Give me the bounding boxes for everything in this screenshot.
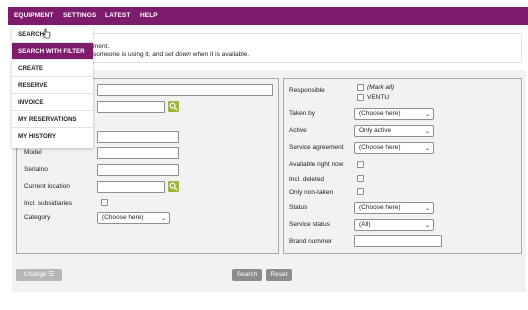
- menu-item-reserve[interactable]: RESERVE: [12, 77, 93, 94]
- chevron-down-icon: ⌄: [424, 112, 430, 118]
- chevron-down-icon: ⌄: [424, 146, 430, 152]
- top-nav: EQUIPMENT SETTINGS LATEST HELP: [8, 7, 528, 25]
- mark-all-label: (Mark all): [367, 84, 395, 91]
- available-now-checkbox[interactable]: [357, 161, 364, 168]
- menu-item-search[interactable]: SEARCH: [12, 26, 93, 43]
- active-select[interactable]: Only active ⌄: [354, 125, 434, 137]
- right-filter-fieldset: Responsible (Mark all) VENTU Taken by (C…: [283, 78, 522, 254]
- nav-help[interactable]: HELP: [140, 12, 158, 19]
- category-label: Category: [24, 214, 51, 221]
- location-input[interactable]: [97, 181, 165, 193]
- menu-item-create[interactable]: CREATE: [12, 60, 93, 77]
- list-icon: ☰: [48, 271, 55, 278]
- equipment-dropdown-menu: SEARCH SEARCH WITH FILTER CREATE RESERVE…: [12, 26, 93, 148]
- brand-input[interactable]: [97, 131, 179, 143]
- service-status-label: Service status: [289, 221, 330, 228]
- service-agreement-label: Service agreement: [289, 144, 344, 151]
- chevron-down-icon: ⌄: [160, 216, 166, 222]
- ventu-label: VENTU: [367, 94, 390, 101]
- responsible-label: Responsible: [289, 87, 325, 94]
- incl-subsidiaries-checkbox[interactable]: [101, 199, 108, 206]
- change-button[interactable]: Change ☰: [16, 269, 62, 281]
- taken-by-select[interactable]: (Choose here) ⌄: [354, 108, 434, 120]
- name-input[interactable]: [97, 84, 273, 96]
- menu-item-invoice[interactable]: INVOICE: [12, 94, 93, 111]
- category-select[interactable]: (Choose here) ⌄: [97, 212, 170, 224]
- search-button[interactable]: Search: [232, 269, 262, 281]
- status-label: Status: [289, 204, 308, 211]
- serialno-input[interactable]: [97, 164, 179, 176]
- owner-input[interactable]: [97, 101, 165, 113]
- service-agreement-select[interactable]: (Choose here) ⌄: [354, 142, 434, 154]
- available-now-label: Available right now: [289, 161, 344, 168]
- nav-settings[interactable]: SETTINGS: [63, 12, 96, 19]
- info-line-2: someone is using it, and set down when i…: [93, 51, 250, 58]
- current-location-label: Current location: [24, 183, 70, 190]
- model-input[interactable]: [97, 147, 179, 159]
- incl-deleted-checkbox[interactable]: [357, 175, 364, 182]
- info-line-1: ment.: [93, 43, 110, 50]
- incl-subsidiaries-label: Incl. subsidiaries: [24, 200, 73, 207]
- nav-equipment[interactable]: EQUIPMENT: [14, 12, 54, 19]
- location-search-icon[interactable]: [168, 181, 179, 192]
- menu-item-search-with-filter[interactable]: SEARCH WITH FILTER: [12, 43, 93, 60]
- menu-item-my-reservations[interactable]: MY RESERVATIONS: [12, 111, 93, 128]
- brand-number-input[interactable]: [354, 235, 442, 247]
- only-non-taken-label: Only non-taken: [289, 189, 334, 196]
- incl-deleted-label: Incl. deleted: [289, 176, 325, 183]
- search-icon[interactable]: [168, 101, 179, 112]
- active-label: Active: [289, 127, 307, 134]
- chevron-down-icon: ⌄: [424, 206, 430, 212]
- reset-button[interactable]: Reset: [266, 269, 292, 281]
- taken-by-label: Taken by: [289, 110, 316, 117]
- hand-cursor-icon: [42, 28, 51, 39]
- mark-all-checkbox[interactable]: [357, 84, 364, 91]
- chevron-down-icon: ⌄: [424, 129, 430, 135]
- chevron-down-icon: ⌄: [424, 223, 430, 229]
- serialno-label: Serialno: [24, 166, 48, 173]
- menu-item-my-history[interactable]: MY HISTORY: [12, 128, 93, 145]
- service-status-select[interactable]: (All) ⌄: [354, 219, 434, 231]
- model-label: Model: [24, 149, 42, 156]
- brand-number-label: Brand nummer: [289, 238, 332, 245]
- nav-latest[interactable]: LATEST: [105, 12, 130, 19]
- status-select[interactable]: (Choose here) ⌄: [354, 202, 434, 214]
- ventu-checkbox[interactable]: [357, 94, 364, 101]
- only-non-taken-checkbox[interactable]: [357, 188, 364, 195]
